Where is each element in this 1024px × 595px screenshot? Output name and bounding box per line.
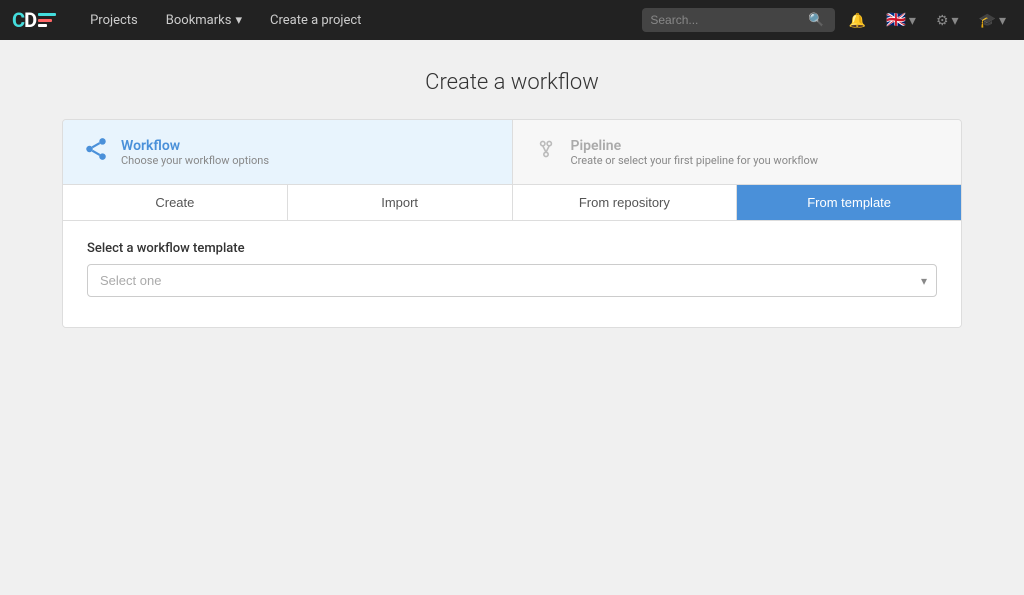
flag-icon: 🇬🇧 bbox=[886, 10, 906, 30]
step-workflow-name: Workflow bbox=[121, 138, 269, 154]
nav-projects[interactable]: Projects bbox=[80, 9, 148, 32]
brand-icon bbox=[38, 13, 56, 27]
nav-create-project[interactable]: Create a project bbox=[260, 9, 371, 32]
wizard-container: Workflow Choose your workflow options bbox=[62, 119, 962, 328]
main-content: Create a workflow Workflow Choose you bbox=[0, 40, 1024, 358]
tab-from-repository[interactable]: From repository bbox=[513, 185, 738, 220]
graduation-icon: 🎓 bbox=[979, 12, 996, 29]
gear-icon: ⚙ bbox=[936, 12, 949, 29]
template-select-container: Select one bbox=[87, 264, 937, 297]
tab-content: Select a workflow template Select one bbox=[63, 221, 961, 327]
navbar: CD Projects Bookmarks ▾ Create a project… bbox=[0, 0, 1024, 40]
step-pipeline-name: Pipeline bbox=[571, 138, 819, 154]
step-workflow[interactable]: Workflow Choose your workflow options bbox=[63, 120, 512, 184]
search-container: 🔍 bbox=[642, 8, 834, 32]
chevron-down-icon: ▾ bbox=[952, 12, 959, 29]
chevron-down-icon: ▾ bbox=[909, 12, 916, 29]
nav-bookmarks[interactable]: Bookmarks ▾ bbox=[156, 9, 252, 32]
template-select[interactable]: Select one bbox=[87, 264, 937, 297]
tabs-row: Create Import From repository From templ… bbox=[63, 185, 961, 221]
share-icon bbox=[83, 136, 109, 168]
bell-icon: 🔔 bbox=[849, 12, 866, 29]
tab-from-template[interactable]: From template bbox=[737, 185, 961, 220]
user-button[interactable]: 🎓 ▾ bbox=[973, 8, 1012, 33]
steps-header: Workflow Choose your workflow options bbox=[63, 120, 961, 185]
tab-create[interactable]: Create bbox=[63, 185, 288, 220]
page-title: Create a workflow bbox=[425, 70, 599, 95]
pipeline-icon bbox=[533, 136, 559, 168]
language-button[interactable]: 🇬🇧 ▾ bbox=[880, 6, 922, 34]
search-input[interactable] bbox=[650, 13, 800, 27]
tab-import[interactable]: Import bbox=[288, 185, 513, 220]
chevron-down-icon: ▾ bbox=[999, 12, 1006, 29]
settings-button[interactable]: ⚙ ▾ bbox=[930, 8, 965, 33]
search-button[interactable]: 🔍 bbox=[806, 10, 826, 30]
step-pipeline[interactable]: Pipeline Create or select your first pip… bbox=[513, 120, 962, 184]
step-pipeline-desc: Create or select your first pipeline for… bbox=[571, 154, 819, 167]
brand-logo[interactable]: CD bbox=[12, 8, 56, 32]
template-field-label: Select a workflow template bbox=[87, 241, 937, 256]
chevron-down-icon: ▾ bbox=[235, 13, 242, 28]
step-workflow-desc: Choose your workflow options bbox=[121, 154, 269, 167]
notifications-button[interactable]: 🔔 bbox=[843, 8, 872, 33]
